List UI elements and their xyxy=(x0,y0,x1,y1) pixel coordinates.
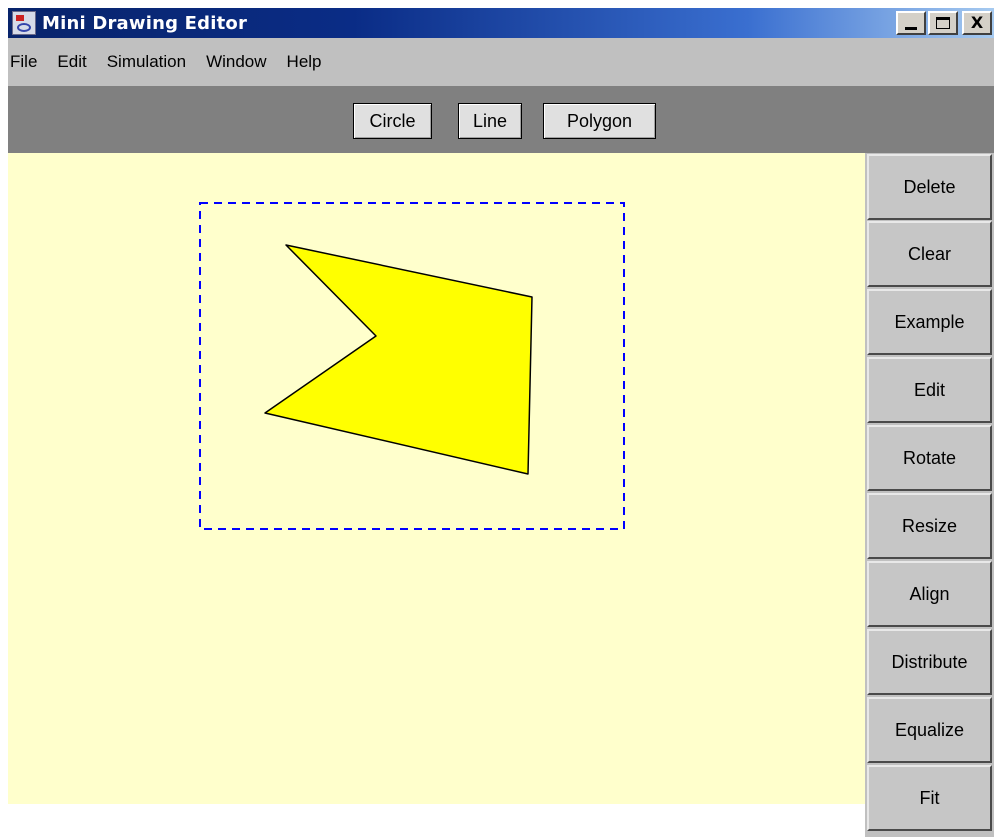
minimize-icon xyxy=(905,26,917,30)
resize-button[interactable]: Resize xyxy=(867,493,992,559)
circle-button[interactable]: Circle xyxy=(353,103,432,139)
canvas-svg xyxy=(199,202,625,530)
polygon-button[interactable]: Polygon xyxy=(543,103,656,139)
menu-bar: File Edit Simulation Window Help xyxy=(8,38,994,86)
delete-button[interactable]: Delete xyxy=(867,154,992,220)
edit-button[interactable]: Edit xyxy=(867,357,992,423)
title-bar[interactable]: Mini Drawing Editor X xyxy=(8,8,994,38)
align-button[interactable]: Align xyxy=(867,561,992,627)
shape-toolbar: Circle Line Polygon xyxy=(8,86,994,153)
yellow-polygon[interactable] xyxy=(264,244,533,475)
distribute-button[interactable]: Distribute xyxy=(867,629,992,695)
menu-simulation[interactable]: Simulation xyxy=(97,48,196,76)
close-icon: X xyxy=(970,13,984,32)
status-area xyxy=(8,804,865,837)
drawing-canvas[interactable] xyxy=(8,153,865,804)
rotate-button[interactable]: Rotate xyxy=(867,425,992,491)
command-panel: Delete Clear Example Edit Rotate Resize … xyxy=(865,153,994,837)
example-button[interactable]: Example xyxy=(867,289,992,355)
clear-button[interactable]: Clear xyxy=(867,221,992,287)
maximize-icon xyxy=(936,17,950,29)
window-controls: X xyxy=(896,11,992,35)
line-button[interactable]: Line xyxy=(458,103,522,139)
close-button[interactable]: X xyxy=(962,11,992,35)
menu-help[interactable]: Help xyxy=(277,48,332,76)
fit-button[interactable]: Fit xyxy=(867,765,992,831)
window-title: Mini Drawing Editor xyxy=(42,12,248,34)
application-window: Mini Drawing Editor X File Edit Simulati… xyxy=(0,0,994,837)
menu-edit[interactable]: Edit xyxy=(47,48,96,76)
minimize-button[interactable] xyxy=(896,11,926,35)
app-icon[interactable] xyxy=(12,11,36,35)
maximize-button[interactable] xyxy=(928,11,958,35)
equalize-button[interactable]: Equalize xyxy=(867,697,992,763)
menu-file[interactable]: File xyxy=(8,48,47,76)
menu-window[interactable]: Window xyxy=(196,48,276,76)
